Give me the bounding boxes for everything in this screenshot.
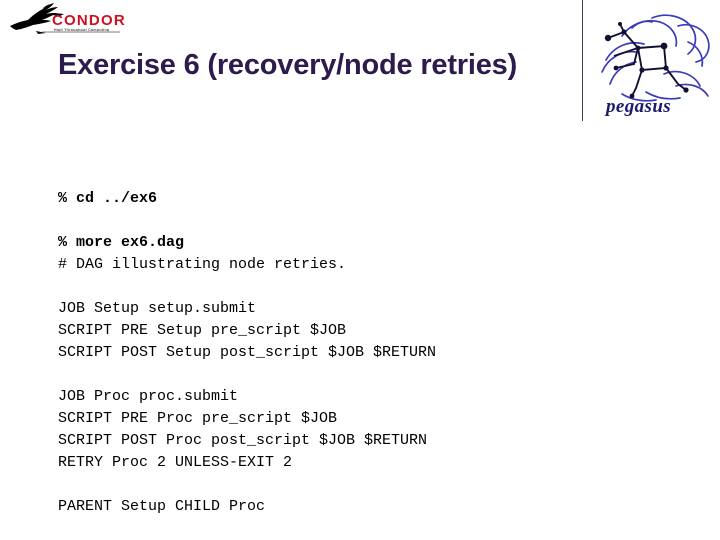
condor-logo: CONDOR High Throughput Computing [8,2,126,36]
code-transcript: % cd ../ex6 % more ex6.dag # DAG illustrat… [58,122,578,518]
code-line: SCRIPT POST Setup post_script $JOB $RETU… [58,344,437,361]
code-line: SCRIPT PRE Setup pre_script $JOB [58,322,347,339]
pegasus-horse-icon [601,14,710,102]
code-block: % cd ../ex6 [58,188,578,210]
code-line: PARENT Setup CHILD Proc [58,498,266,515]
code-line: SCRIPT POST Proc post_script $JOB $RETUR… [58,432,428,449]
code-line: % more ex6.dag [58,234,185,251]
condor-wordmark: CONDOR [52,12,126,29]
code-block: PARENT Setup CHILD Proc [58,496,578,518]
pegasus-stars [604,22,689,99]
code-line: JOB Proc proc.submit [58,388,239,405]
code-line: % cd ../ex6 [58,190,158,207]
header-divider [582,0,583,121]
slide-canvas: CONDOR High Throughput Computing pegasus… [0,0,720,540]
code-line: SCRIPT PRE Proc pre_script $JOB [58,410,338,427]
page-title: Exercise 6 (recovery/node retries) [58,49,518,81]
code-block: JOB Proc proc.submit SCRIPT PRE Proc pre_… [58,386,578,474]
code-block: JOB Setup setup.submit SCRIPT PRE Setup p… [58,298,578,364]
pegasus-logo: pegasus [592,2,716,120]
code-line: JOB Setup setup.submit [58,300,257,317]
condor-underline [36,31,120,34]
code-line: # DAG illustrating node retries. [58,256,347,273]
pegasus-wordmark: pegasus [604,96,671,117]
code-line: RETRY Proc 2 UNLESS-EXIT 2 [58,454,293,471]
code-block: % more ex6.dag # DAG illustrating node re… [58,232,578,276]
